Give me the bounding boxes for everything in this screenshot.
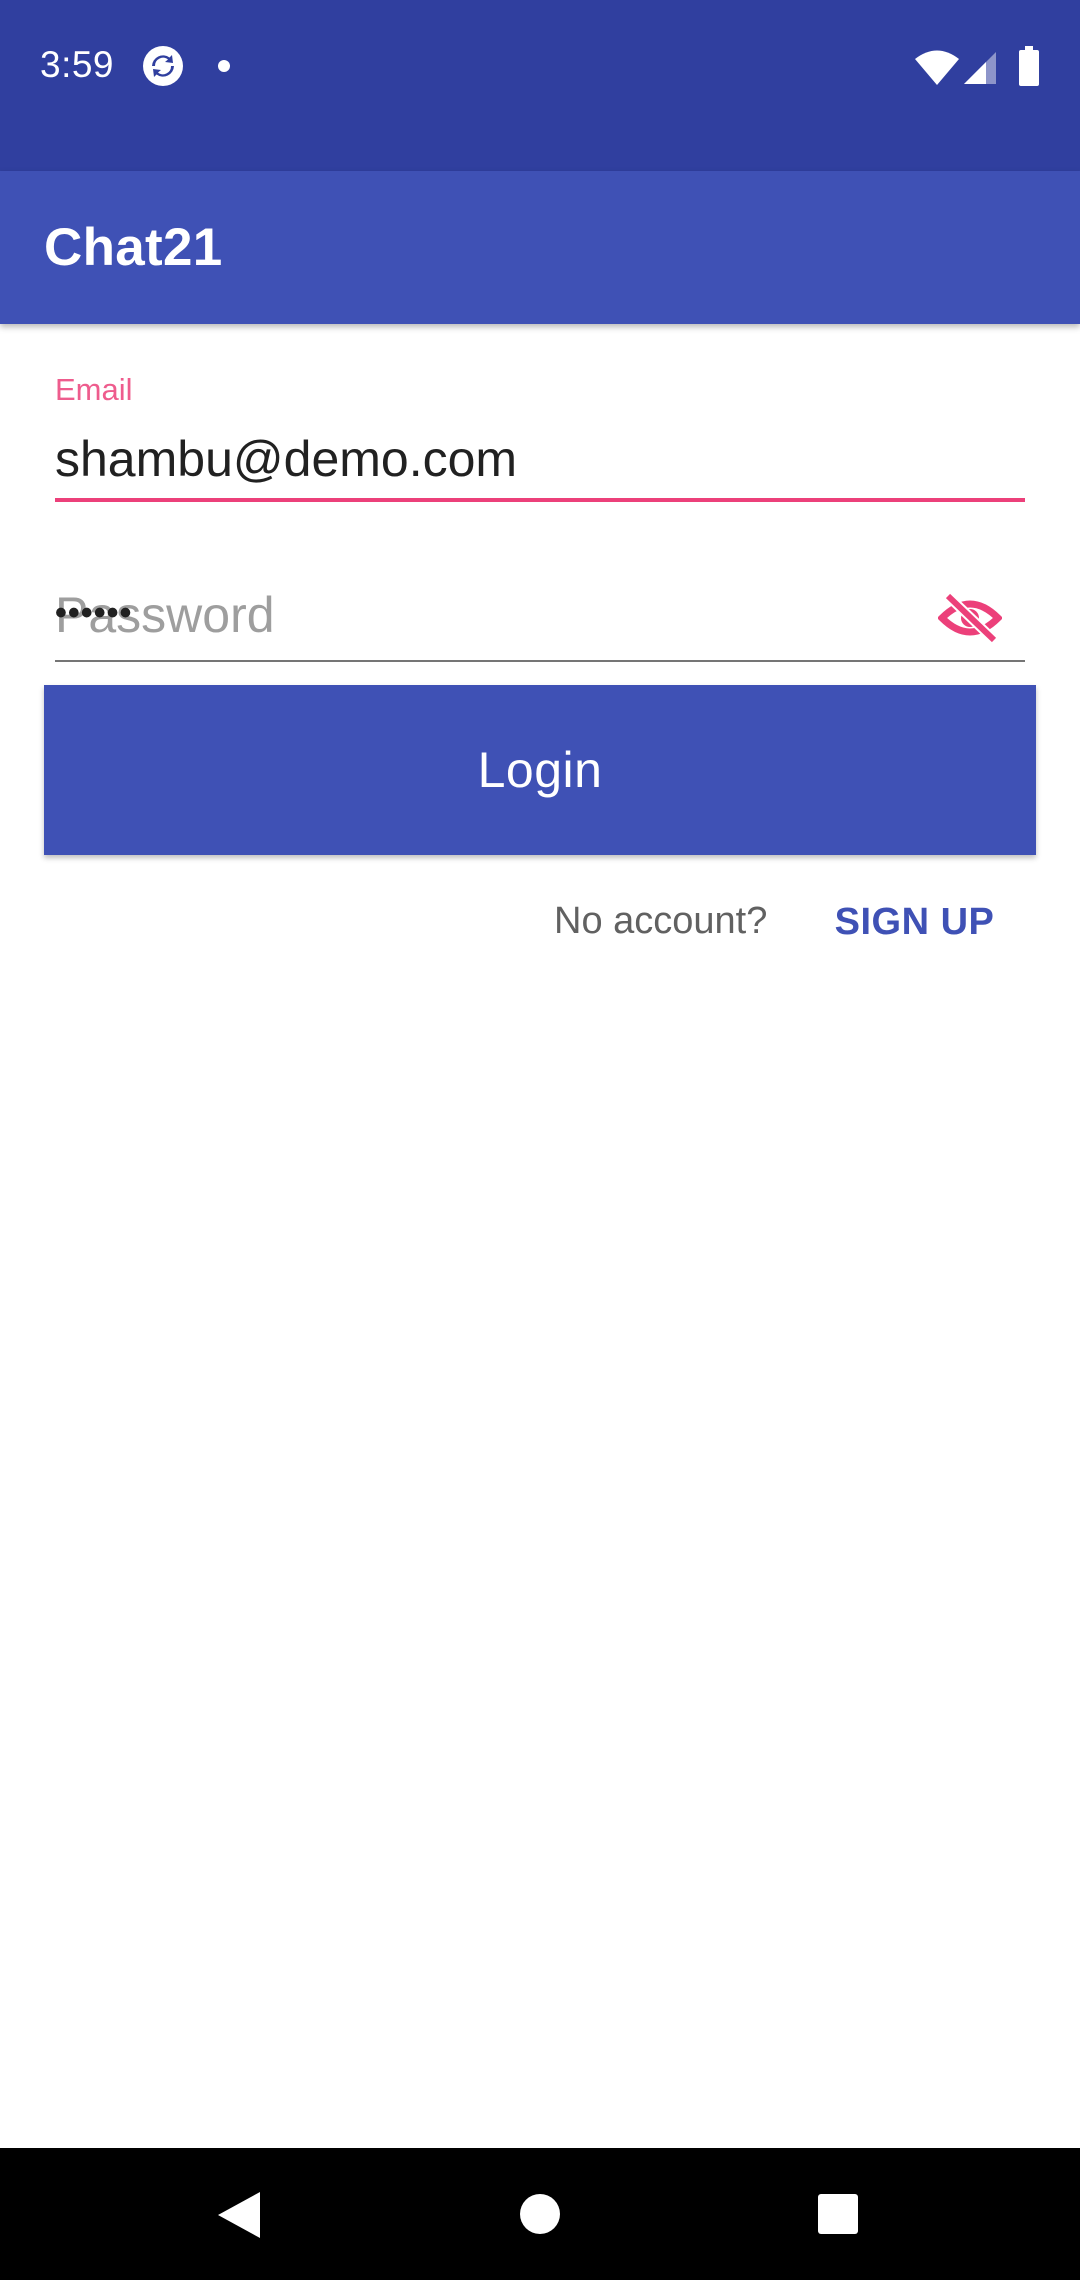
- navigation-bar: [0, 2148, 1080, 2280]
- home-icon[interactable]: [520, 2194, 560, 2234]
- battery-icon: [1019, 46, 1039, 86]
- login-button[interactable]: Login: [44, 685, 1036, 855]
- signal-icon: [964, 52, 996, 84]
- visibility-off-icon[interactable]: [938, 590, 1002, 646]
- sync-icon: [143, 46, 183, 86]
- email-field[interactable]: [55, 424, 1025, 494]
- no-account-text: No account?: [554, 900, 768, 942]
- email-underline: [55, 498, 1025, 502]
- signup-button[interactable]: SIGN UP: [822, 882, 1007, 962]
- status-bar: 3:59: [0, 0, 1080, 171]
- email-label: Email: [55, 372, 133, 407]
- back-icon[interactable]: [216, 2190, 262, 2240]
- login-screen: 3:59 Chat21 Email Password ••••••: [0, 0, 1080, 2280]
- password-field[interactable]: ••••••: [55, 594, 132, 633]
- password-underline: [55, 660, 1025, 662]
- dot-icon: [218, 60, 230, 72]
- wifi-icon: [915, 50, 959, 85]
- recents-icon[interactable]: [818, 2194, 858, 2234]
- app-title: Chat21: [44, 218, 223, 277]
- app-bar: Chat21: [0, 171, 1080, 324]
- status-time: 3:59: [40, 44, 115, 85]
